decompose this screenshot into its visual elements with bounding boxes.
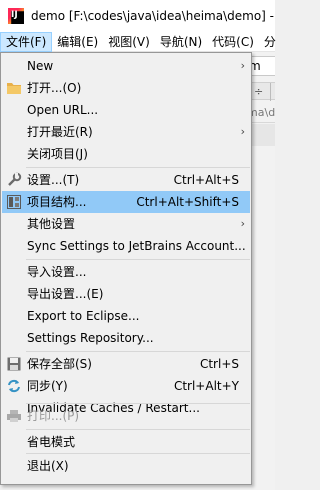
menu-item-close-project[interactable]: 关闭项目(J) xyxy=(2,143,250,165)
menu-navigate[interactable]: 导航(N) xyxy=(155,32,207,52)
menu-item-shortcut: Ctrl+Alt+Shift+S xyxy=(136,195,239,209)
menu-item-export-settings[interactable]: 导出设置...(E) xyxy=(2,283,250,305)
menu-item-new[interactable]: New › xyxy=(2,55,250,77)
menu-item-label: Settings Repository... xyxy=(27,331,154,345)
menu-file[interactable]: 文件(F) xyxy=(0,31,53,52)
folder-icon xyxy=(6,80,22,96)
menu-item-label: 省电模式 xyxy=(27,435,76,449)
menu-edit[interactable]: 编辑(E) xyxy=(52,32,103,52)
menu-item-print[interactable]: 打印...(P) xyxy=(2,405,250,427)
menu-item-label: 导入设置... xyxy=(27,265,87,279)
menu-separator xyxy=(26,351,250,352)
menu-item-export-eclipse[interactable]: Export to Eclipse... xyxy=(2,305,250,327)
menu-separator xyxy=(26,403,250,404)
menu-item-open[interactable]: 打开...(O) xyxy=(2,77,250,99)
menu-item-settings[interactable]: 设置...(T) Ctrl+Alt+S xyxy=(2,169,250,191)
menu-item-label: 设置...(T) xyxy=(27,173,80,187)
menu-item-import-settings[interactable]: 导入设置... xyxy=(2,261,250,283)
menu-code[interactable]: 代码(C) xyxy=(207,32,259,52)
menu-item-project-structure[interactable]: 项目结构... Ctrl+Alt+Shift+S xyxy=(2,191,250,213)
menu-item-label: 项目结构... xyxy=(27,195,87,209)
menu-item-open-url[interactable]: Open URL... xyxy=(2,99,250,121)
menu-item-label: Open URL... xyxy=(27,103,99,117)
wrench-icon xyxy=(6,172,22,188)
menu-item-label: Sync Settings to JetBrains Account... xyxy=(27,239,246,253)
app-icon-letters: IJ xyxy=(11,10,18,20)
title-bar: IJ demo [F:\codes\java\idea\heima\demo] … xyxy=(0,0,275,32)
menu-item-sync-settings[interactable]: Sync Settings to JetBrains Account... xyxy=(2,235,250,257)
sync-icon xyxy=(6,378,22,394)
menu-separator xyxy=(26,429,250,430)
file-menu-dropdown: New › 打开...(O) Open URL... 打开最近(R) › 关闭项… xyxy=(0,52,252,485)
menu-item-label: 保存全部(S) xyxy=(27,357,92,371)
menu-item-exit[interactable]: 退出(X) xyxy=(2,455,250,477)
chevron-right-icon: › xyxy=(240,59,245,72)
menu-item-label: 导出设置...(E) xyxy=(27,287,104,301)
menu-separator xyxy=(26,259,250,260)
menu-analyze[interactable]: 分 xyxy=(259,32,281,52)
split-icon[interactable]: ÷ xyxy=(254,85,263,98)
menu-item-label: 打开...(O) xyxy=(27,81,82,95)
menu-item-power-save-mode[interactable]: 省电模式 xyxy=(2,431,250,453)
save-icon xyxy=(6,356,22,372)
menu-item-label: 同步(Y) xyxy=(27,379,68,393)
chevron-right-icon: › xyxy=(240,125,245,138)
menu-item-synchronize[interactable]: 同步(Y) Ctrl+Alt+Y xyxy=(2,375,250,397)
menu-item-label: 打印...(P) xyxy=(27,409,80,423)
menu-item-label: New xyxy=(27,59,54,73)
menu-item-label: 退出(X) xyxy=(27,459,69,473)
toolbar-divider xyxy=(270,83,271,101)
menu-item-label: 其他设置 xyxy=(27,217,76,231)
menu-item-label: Export to Eclipse... xyxy=(27,309,140,323)
menu-item-open-recent[interactable]: 打开最近(R) › xyxy=(2,121,250,143)
chevron-right-icon: › xyxy=(240,217,245,230)
menu-view[interactable]: 视图(V) xyxy=(103,32,155,52)
menu-separator xyxy=(26,453,250,454)
menu-item-label: 打开最近(R) xyxy=(27,125,93,139)
menu-item-shortcut: Ctrl+Alt+S xyxy=(173,173,239,187)
project-structure-icon xyxy=(6,194,22,210)
intellij-idea-icon: IJ xyxy=(8,8,24,24)
menu-item-other-settings[interactable]: 其他设置 › xyxy=(2,213,250,235)
window-title: demo [F:\codes\java\idea\heima\demo] - xyxy=(31,9,274,23)
menu-item-shortcut: Ctrl+Alt+Y xyxy=(173,379,239,393)
menu-item-label: 关闭项目(J) xyxy=(27,147,88,161)
menu-item-save-all[interactable]: 保存全部(S) Ctrl+S xyxy=(2,353,250,375)
menu-item-settings-repository[interactable]: Settings Repository... xyxy=(2,327,250,349)
menu-item-shortcut: Ctrl+S xyxy=(199,357,239,371)
menu-separator xyxy=(26,167,250,168)
menu-bar: 文件(F) 编辑(E) 视图(V) 导航(N) 代码(C) 分 xyxy=(0,31,276,52)
print-icon xyxy=(6,408,22,424)
